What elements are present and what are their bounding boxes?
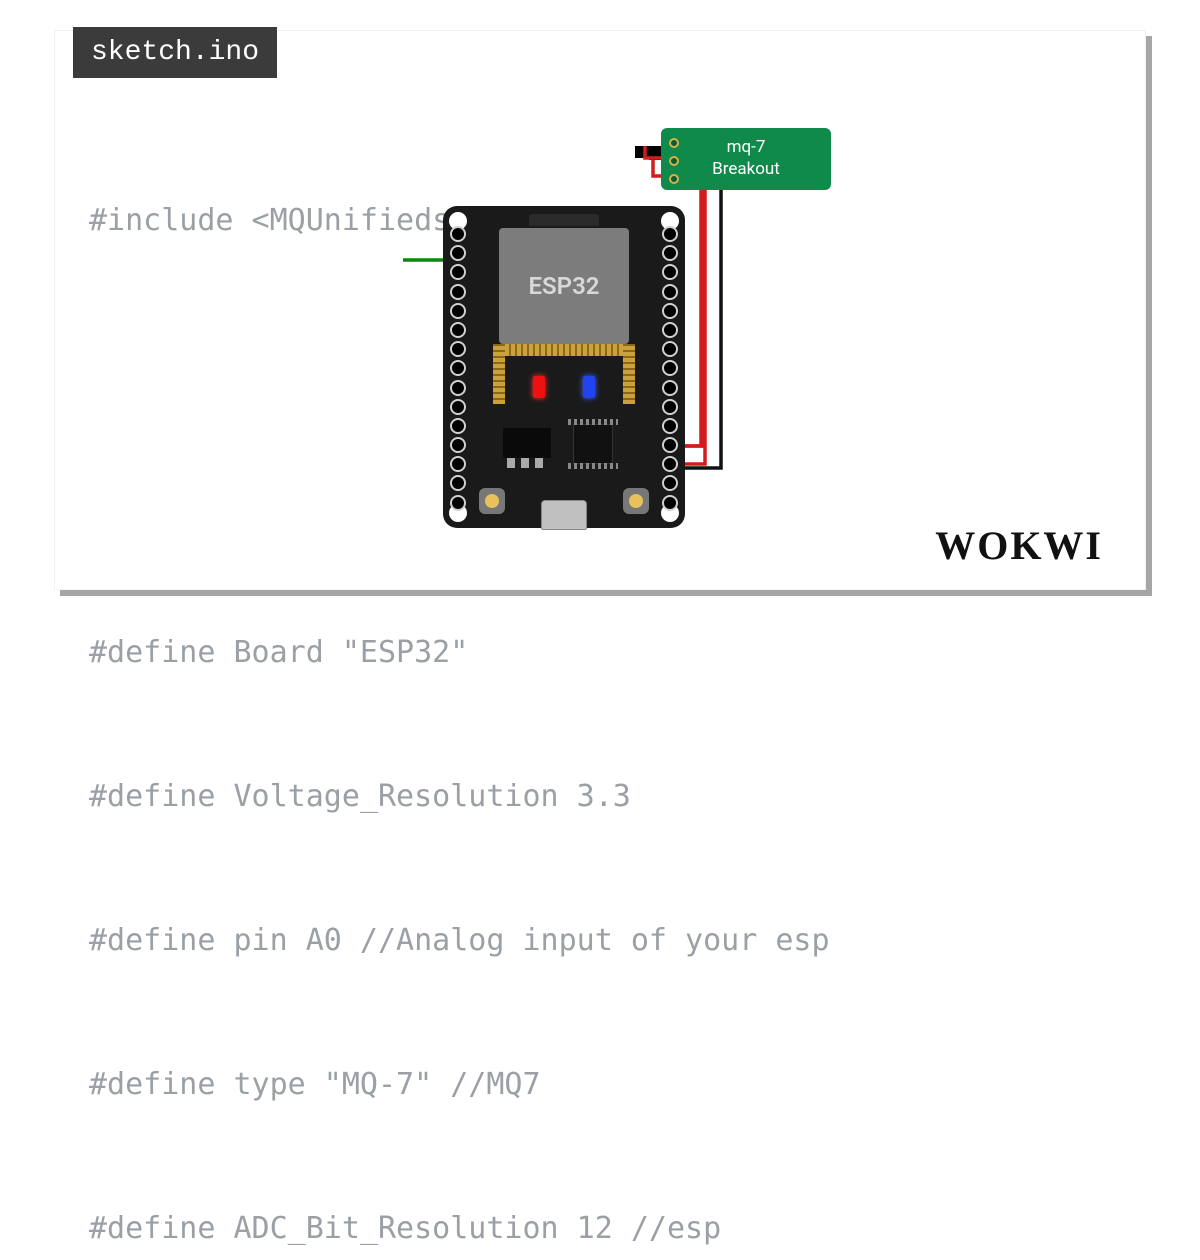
code-line: #define Board "ESP32": [89, 629, 1125, 677]
breakout-pins: [669, 138, 679, 184]
pin[interactable]: [450, 418, 466, 434]
pin[interactable]: [450, 437, 466, 453]
pin[interactable]: [450, 264, 466, 280]
micro-usb-port-icon: [541, 500, 587, 530]
pin[interactable]: [450, 226, 466, 242]
pin[interactable]: [450, 399, 466, 415]
breakout-subtitle: Breakout: [661, 158, 831, 180]
mq7-breakout-board[interactable]: mq-7 Breakout: [661, 128, 831, 190]
status-led-icon: [583, 376, 595, 398]
pin[interactable]: [450, 360, 466, 376]
esp32-shield: ESP32: [499, 228, 629, 344]
chip-label: ESP32: [528, 272, 599, 300]
code-line: #define type "MQ-7" //MQ7: [89, 1061, 1125, 1109]
logo-text: WOKWI: [935, 523, 1103, 568]
code-line: #define pin A0 //Analog input of your es…: [89, 917, 1125, 965]
usb-uart-chip-icon: [573, 424, 613, 464]
wokwi-logo: WOKWI: [935, 522, 1103, 569]
boot-button[interactable]: [479, 488, 505, 514]
pin[interactable]: [662, 360, 678, 376]
pin[interactable]: [450, 456, 466, 472]
pin[interactable]: [662, 475, 678, 491]
project-card: sketch.ino #include <MQUnifiedsensor.h> …: [54, 30, 1146, 590]
pin[interactable]: [662, 399, 678, 415]
gold-contacts: [505, 344, 623, 356]
gold-contacts: [623, 344, 635, 404]
pin[interactable]: [450, 322, 466, 338]
pin[interactable]: [450, 475, 466, 491]
code-line: #define ADC_Bit_Resolution 12 //esp: [89, 1205, 1125, 1253]
pin[interactable]: [662, 418, 678, 434]
pin[interactable]: [662, 264, 678, 280]
pin[interactable]: [662, 303, 678, 319]
gold-contacts: [493, 344, 505, 404]
file-tab[interactable]: sketch.ino: [73, 27, 277, 78]
pin[interactable]: [450, 245, 466, 261]
breakout-pin[interactable]: [669, 138, 679, 148]
en-button[interactable]: [623, 488, 649, 514]
pin-header-right: [659, 226, 681, 511]
filename-label: sketch.ino: [91, 37, 259, 68]
pin[interactable]: [662, 437, 678, 453]
pin[interactable]: [450, 303, 466, 319]
pin[interactable]: [662, 322, 678, 338]
breakout-pin[interactable]: [669, 174, 679, 184]
breakout-pin[interactable]: [669, 156, 679, 166]
breakout-title: mq-7: [661, 136, 831, 158]
pin[interactable]: [662, 226, 678, 242]
pin[interactable]: [662, 380, 678, 396]
pin[interactable]: [662, 495, 678, 511]
pin[interactable]: [662, 284, 678, 300]
power-led-icon: [533, 376, 545, 398]
pin[interactable]: [450, 380, 466, 396]
pin[interactable]: [450, 284, 466, 300]
esp32-board[interactable]: ESP32: [443, 206, 685, 528]
pin[interactable]: [662, 245, 678, 261]
pin[interactable]: [450, 495, 466, 511]
code-line: #define Voltage_Resolution 3.3: [89, 773, 1125, 821]
pin-header-left: [447, 226, 469, 511]
pin[interactable]: [662, 456, 678, 472]
pin[interactable]: [662, 341, 678, 357]
voltage-regulator-icon: [503, 428, 551, 458]
circuit-diagram[interactable]: ESP32 mq-7 Breakout: [403, 146, 863, 546]
pin[interactable]: [450, 341, 466, 357]
